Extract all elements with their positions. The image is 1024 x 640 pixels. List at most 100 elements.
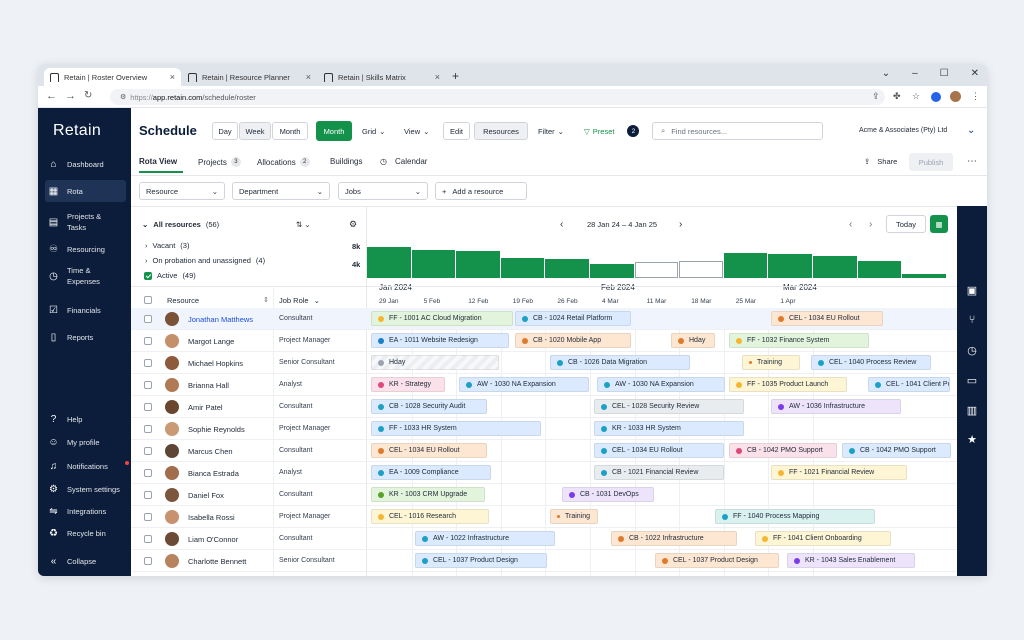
sidebar-item-rota[interactable]: ▦ Rota	[45, 180, 126, 202]
browser-tab-skills[interactable]: Retain | Skills Matrix ×	[318, 68, 446, 86]
more-vert-icon[interactable]: ⋮	[971, 91, 980, 102]
new-tab-icon[interactable]: +	[452, 69, 459, 83]
jobs-select[interactable]: Jobs ⌄	[338, 182, 428, 200]
resource-name[interactable]: Marcus Chen	[188, 447, 233, 456]
clock-icon[interactable]: ◷	[957, 344, 987, 357]
resource-name[interactable]: Sophie Reynolds	[188, 425, 245, 434]
allocation-bar[interactable]: AW - 1030 NA Expansion	[459, 377, 589, 392]
sidebar-item-integrations[interactable]: ⇋ Integrations	[45, 500, 126, 522]
sidebar-item-dashboard[interactable]: ⌂ Dashboard	[45, 153, 126, 175]
scroll-right-icon[interactable]: ›	[869, 219, 872, 230]
next-range-icon[interactable]: ›	[679, 219, 682, 230]
resource-name[interactable]: Margot Lange	[188, 337, 234, 346]
bar-chart-icon[interactable]: ▥	[957, 404, 987, 417]
table-row[interactable]: Bianca Estrada Analyst EA - 1009 Complianc…	[131, 462, 957, 484]
table-row[interactable]: Charlotte Bennett Senior Consultant CEL - …	[131, 550, 957, 572]
sidebar-collapse[interactable]: « Collapse	[45, 550, 126, 572]
row-checkbox[interactable]	[144, 315, 152, 323]
view-day-button[interactable]: Day	[212, 122, 238, 140]
allocation-bar[interactable]: CEL - 1041 Client Por	[868, 377, 950, 392]
scroll-left-icon[interactable]: ‹	[849, 219, 852, 230]
sort-icon[interactable]: ⇕	[263, 296, 269, 304]
table-row[interactable]: Isabella Rossi Project Manager CEL - 1016 …	[131, 506, 957, 528]
extension-icon[interactable]: ✤	[893, 91, 901, 102]
row-checkbox[interactable]	[144, 425, 152, 433]
resource-name[interactable]: Charlotte Bennett	[188, 557, 246, 566]
row-checkbox[interactable]	[144, 403, 152, 411]
sidebar-item-settings[interactable]: ⚙ System settings	[45, 478, 126, 500]
browser-profile-avatar[interactable]	[950, 91, 961, 102]
reload-icon[interactable]: ↻	[84, 90, 92, 101]
tab-rota-view[interactable]: Rota View	[139, 157, 177, 166]
company-selector[interactable]: Acme & Associates (Pty) Ltd	[859, 127, 947, 134]
table-row[interactable]: Sophie Reynolds Project Manager FF - 1033 …	[131, 418, 957, 440]
prev-range-icon[interactable]: ‹	[560, 219, 563, 230]
app-logo[interactable]: Retain	[53, 122, 101, 140]
allocation-bar[interactable]: CEL - 1034 EU Rollout	[371, 443, 487, 458]
allocation-bar[interactable]: FF - 1001 AC Cloud Migration	[371, 311, 513, 326]
sidebar-item-financials[interactable]: ☑ Financials	[45, 299, 126, 321]
column-header-resource[interactable]: Resource	[167, 296, 199, 305]
branch-icon[interactable]: ⑂	[957, 314, 987, 326]
allocation-bar[interactable]: FF - 1035 Product Launch	[729, 377, 847, 392]
sidebar-item-help[interactable]: ? Help	[45, 408, 126, 430]
preset-filter[interactable]: ▽ Preset 2	[584, 125, 640, 137]
tab-allocations[interactable]: Allocations 2	[257, 157, 310, 167]
view-month-button[interactable]: Month	[272, 122, 308, 140]
close-icon[interactable]: ×	[435, 72, 440, 82]
month-active-button[interactable]: Month	[316, 121, 352, 141]
resource-select[interactable]: Resource ⌄	[139, 182, 225, 200]
minimize-icon[interactable]: –	[912, 68, 918, 79]
row-checkbox[interactable]	[144, 447, 152, 455]
allocation-bar[interactable]: KR - 1033 HR System	[594, 421, 744, 436]
sidebar-item-reports[interactable]: ▯ Reports	[45, 326, 126, 348]
allocation-bar[interactable]: CEL - 1040 Process Review	[811, 355, 931, 370]
sidebar-item-profile[interactable]: ☺ My profile	[45, 431, 126, 453]
search-input[interactable]: ⌕ Find resources...	[652, 122, 823, 140]
active-checkbox[interactable]	[144, 271, 152, 280]
row-checkbox[interactable]	[144, 381, 152, 389]
star-icon[interactable]: ★	[957, 433, 987, 446]
site-info-icon[interactable]: ⚙	[120, 93, 126, 101]
group-probation[interactable]: › On probation and unassigned (4)	[145, 256, 265, 265]
resource-name[interactable]: Jonathan Matthews	[188, 315, 253, 324]
allocation-bar[interactable]: FF - 1032 Finance System	[729, 333, 869, 348]
share-button[interactable]: ⇪ Share	[864, 157, 897, 166]
allocation-bar[interactable]: CB - 1024 Retail Platform	[515, 311, 631, 326]
resource-name[interactable]: Brianna Hall	[188, 381, 229, 390]
allocation-bar[interactable]: CEL - 1034 EU Rollout	[771, 311, 883, 326]
share-page-icon[interactable]: ⇪	[872, 91, 880, 102]
today-button[interactable]: Today	[886, 215, 926, 233]
allocation-bar[interactable]: AW - 1030 NA Expansion	[597, 377, 725, 392]
allocation-bar[interactable]: CB - 1031 DevOps	[562, 487, 654, 502]
sidebar-item-resourcing[interactable]: ♾ Resourcing	[45, 238, 126, 260]
allocation-bar[interactable]: AW - 1036 Infrastructure	[771, 399, 901, 414]
allocation-bar[interactable]: CB - 1020 Mobile App	[515, 333, 631, 348]
sidebar-item-notifications[interactable]: ♫ Notifications	[45, 455, 129, 477]
table-row[interactable]: Amir Patel Consultant CB - 1028 Security A…	[131, 396, 957, 418]
sort-icon[interactable]: ⇅ ⌄	[296, 220, 311, 229]
row-checkbox[interactable]	[144, 557, 152, 565]
close-icon[interactable]: ×	[306, 72, 311, 82]
table-row[interactable]: Margot Lange Project Manager EA - 1011 Web…	[131, 330, 957, 352]
close-icon[interactable]: ✕	[971, 68, 979, 79]
allocation-bar[interactable]: FF - 1033 HR System	[371, 421, 541, 436]
allocation-bar[interactable]: CB - 1026 Data Migration	[550, 355, 690, 370]
allocation-bar[interactable]: CEL - 1037 Product Design	[415, 553, 547, 568]
tab-calendar[interactable]: ◷ Calendar	[380, 157, 427, 166]
allocation-bar[interactable]: CEL - 1028 Security Review	[594, 399, 744, 414]
sidebar-item-recycle-bin[interactable]: ♻ Recycle bin	[45, 522, 126, 544]
allocation-bar[interactable]: CEL - 1034 EU Rollout	[594, 443, 724, 458]
resource-name[interactable]: Amir Patel	[188, 403, 223, 412]
table-row[interactable]: Brianna Hall Analyst KR - Strategy AW - 103…	[131, 374, 957, 396]
allocation-bar[interactable]: CB - 1042 PMO Support	[842, 443, 951, 458]
more-horiz-icon[interactable]: ⋯	[967, 156, 977, 167]
resources-button[interactable]: Resources	[474, 122, 528, 140]
group-active[interactable]: Active (49)	[144, 271, 196, 280]
table-row[interactable]: Jonathan Matthews Consultant FF - 1001 AC …	[131, 308, 957, 330]
view-dropdown[interactable]: View ⌄	[404, 127, 429, 136]
browser-tab-roster[interactable]: Retain | Roster Overview ×	[44, 68, 181, 86]
table-row[interactable]: Marcus Chen Consultant CEL - 1034 EU Rollo…	[131, 440, 957, 462]
sidebar-item-projects[interactable]: ▤ Projects & Tasks	[45, 209, 126, 235]
allocation-bar[interactable]: KR - 1043 Sales Enablement	[787, 553, 915, 568]
